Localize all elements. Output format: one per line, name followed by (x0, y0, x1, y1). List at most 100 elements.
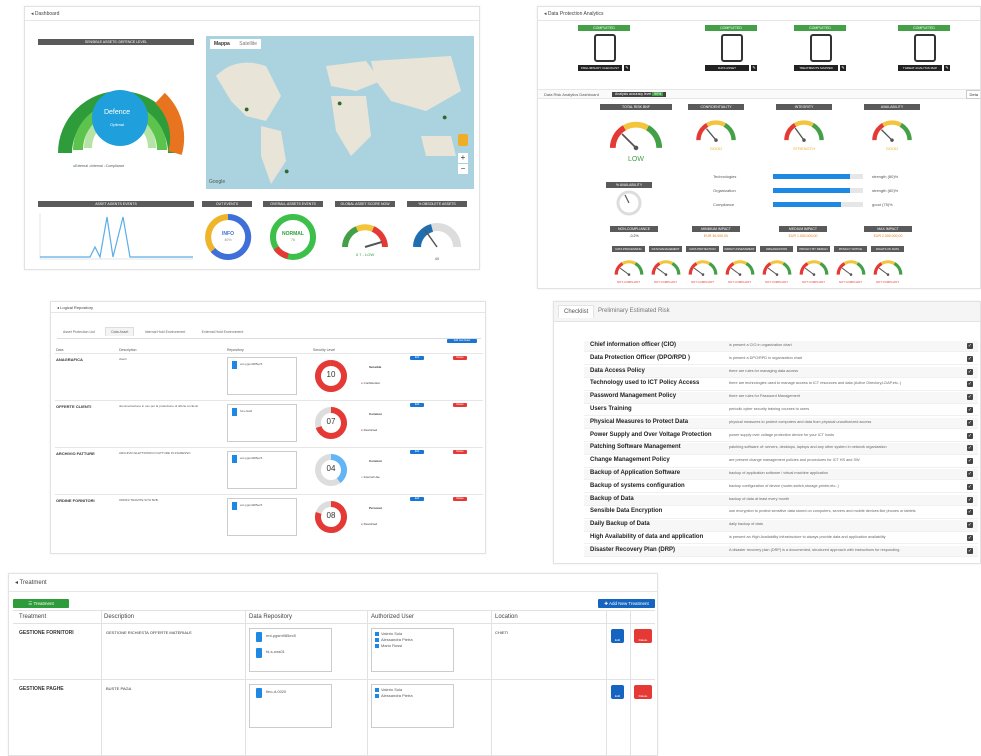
tab-checklist[interactable]: Checklist (558, 305, 595, 318)
checklist-item-description: patching software of: servers, desktops,… (729, 445, 887, 450)
plus-icon: ✚ (604, 601, 608, 606)
checkbox-checked-icon[interactable]: ✓ (967, 535, 973, 541)
checkbox-checked-icon[interactable]: ✓ (967, 407, 973, 413)
card-label[interactable]: Treatments Mapped (794, 65, 838, 71)
edit-icon[interactable]: ✎ (840, 65, 846, 71)
repository-name: ent-pgsm985ec5 (266, 633, 296, 638)
checkbox-checked-icon[interactable]: ✓ (967, 368, 973, 375)
normal-donut (270, 214, 316, 260)
edit-button[interactable]: Edit (410, 403, 424, 407)
risk-detail-button[interactable]: Deta (965, 90, 980, 99)
delete-button[interactable]: Delete (634, 629, 652, 643)
checklist-item-description: power supply over voltage protection dev… (729, 432, 835, 437)
edit-button[interactable]: Edit (611, 629, 624, 643)
checklist-item-description: there are rules for Password Management (729, 394, 800, 399)
checklist-item-title: Patching Software Management (590, 444, 681, 451)
repository-name: ent-pgsm985ec5 (240, 503, 263, 507)
normal-donut-sub: 76 (291, 238, 295, 242)
chevron-left-icon[interactable]: ◂ (544, 11, 547, 17)
repository-box[interactable]: fd-s-fsw0 (227, 404, 297, 442)
map-tab-mappa[interactable]: Mappa (214, 41, 230, 47)
checkbox-checked-icon[interactable]: ✓ (967, 381, 973, 388)
chevron-left-icon[interactable]: ◂ (31, 11, 34, 17)
checkbox-checked-icon[interactable]: ✓ (967, 522, 973, 529)
map-pin-icon[interactable]: ● (244, 104, 249, 114)
repo-col-security: Security Level (313, 348, 335, 352)
edit-button[interactable]: Edit (611, 685, 624, 699)
add-asset-button[interactable]: Add new Asset (447, 339, 477, 343)
tab-asset-protection[interactable]: Asset Protection List (57, 327, 101, 337)
security-score: 07 (326, 417, 336, 426)
sensitive-header: SENSIBLE ASSETS: DEFENCE LEVEL (38, 39, 194, 45)
repository-box[interactable]: ent-pgsm985ec5 (227, 451, 297, 489)
map-tab-satellite[interactable]: Satellite (239, 41, 257, 47)
checkbox-checked-icon[interactable]: ✓ (967, 496, 973, 503)
tab-external-hold[interactable]: External Hold Environment (196, 327, 250, 337)
checkbox-checked-icon[interactable]: ✓ (967, 483, 973, 490)
card-label[interactable]: Threat Analysis Map (898, 65, 942, 71)
compliance-header: Data Processing (612, 246, 645, 252)
checkbox-checked-icon[interactable]: ✓ (967, 355, 973, 362)
delete-button[interactable]: Delete (453, 497, 467, 501)
checklist-item: Daily Backup of Data daily backup of data… (584, 520, 978, 532)
data-repository-box[interactable]: ent-pgsm985ec5 fd-s-nas01 (249, 628, 332, 672)
checklist-item-title: Data Protection Officer (DPO/RPD ) (590, 354, 691, 361)
add-treatment-button[interactable]: ✚ Add New Treatment (598, 599, 655, 608)
treatment-description: GESTIONE RICHIESTA OFFERTE MATERIALE (106, 630, 192, 635)
card-label[interactable]: Preliminary Checklist (578, 65, 622, 71)
data-repository-box[interactable]: fleo-d-0020 (249, 684, 332, 728)
edit-button[interactable]: Edit (410, 497, 424, 501)
checkbox-checked-icon[interactable]: ✓ (967, 445, 973, 452)
server-icon (232, 455, 237, 463)
delete-button[interactable]: Delete (453, 403, 467, 407)
delete-button[interactable]: Delete (453, 450, 467, 454)
checkbox-checked-icon[interactable]: ✓ (967, 471, 973, 477)
pegman-icon[interactable] (458, 134, 468, 146)
card-status: Completed (794, 25, 846, 31)
col-divider (491, 610, 492, 755)
zoom-in-icon[interactable]: + (458, 153, 468, 163)
checkbox-checked-icon[interactable]: ✓ (967, 458, 973, 465)
treatment-tab-button[interactable]: ☰ Treatment (13, 599, 69, 608)
map-pin-icon[interactable]: ● (442, 112, 447, 122)
checkbox-checked-icon[interactable]: ✓ (967, 432, 973, 439)
zoom-out-icon[interactable]: − (458, 164, 468, 174)
compliance-value: NOT COMPLIANT (654, 280, 677, 284)
chevron-left-icon[interactable]: ◂ (15, 580, 18, 586)
delete-button[interactable]: Delete (634, 685, 652, 699)
checkbox-checked-icon[interactable]: ✓ (967, 547, 973, 554)
bar-label: Organization (713, 188, 736, 193)
authorized-user-box[interactable]: Valerio Sola Alessandra Pietra (371, 684, 454, 728)
checkbox-checked-icon[interactable]: ✓ (967, 419, 973, 426)
edit-icon[interactable]: ✎ (944, 65, 950, 71)
map-pin-icon[interactable]: ● (337, 98, 342, 108)
delete-button[interactable]: Delete (453, 356, 467, 360)
card-label[interactable]: Data Asset (705, 65, 749, 71)
repo-tabs: Asset Protection List Data Asset Interna… (57, 320, 481, 339)
edit-icon[interactable]: ✎ (624, 65, 630, 71)
header-divider (13, 610, 655, 611)
edit-button[interactable]: Edit (410, 356, 424, 360)
tab-internal-hold[interactable]: Internal Hold Environment (139, 327, 191, 337)
google-logo: Google (209, 179, 226, 185)
asset-category: Common (369, 412, 382, 416)
checkbox-checked-icon[interactable]: ✓ (967, 343, 973, 349)
bar-value: strength (80)% (872, 188, 899, 193)
repository-box[interactable]: ent-pgsm985ec5 (227, 498, 297, 536)
edit-icon[interactable]: ✎ (751, 65, 757, 71)
info-donut-sub: 40% (224, 238, 232, 242)
checkbox-checked-icon[interactable]: ✓ (967, 394, 973, 401)
authorized-user-box[interactable]: Valerio Sola Alessandra Pietra Mario Rossi (371, 628, 454, 672)
out-events-header: OUT EVENTS (202, 201, 252, 207)
repository-box[interactable]: ent-pgsm985ec5 (227, 357, 297, 395)
chevron-left-icon[interactable]: ◂ (57, 305, 59, 310)
checklist-item: Backup of Application Software backup of … (584, 469, 978, 481)
tab-data-asset[interactable]: Data Asset (105, 327, 135, 336)
server-icon (232, 408, 237, 416)
tab-preliminary-risk[interactable]: Preliminary Estimated Risk (598, 308, 670, 314)
map-pin-icon[interactable]: ● (284, 166, 289, 176)
col-divider (245, 610, 246, 755)
world-map[interactable]: Mappa Satellite ● ● ● ● + − Google (206, 36, 474, 189)
checkbox-checked-icon[interactable]: ✓ (967, 509, 973, 516)
edit-button[interactable]: Edit (410, 450, 424, 454)
